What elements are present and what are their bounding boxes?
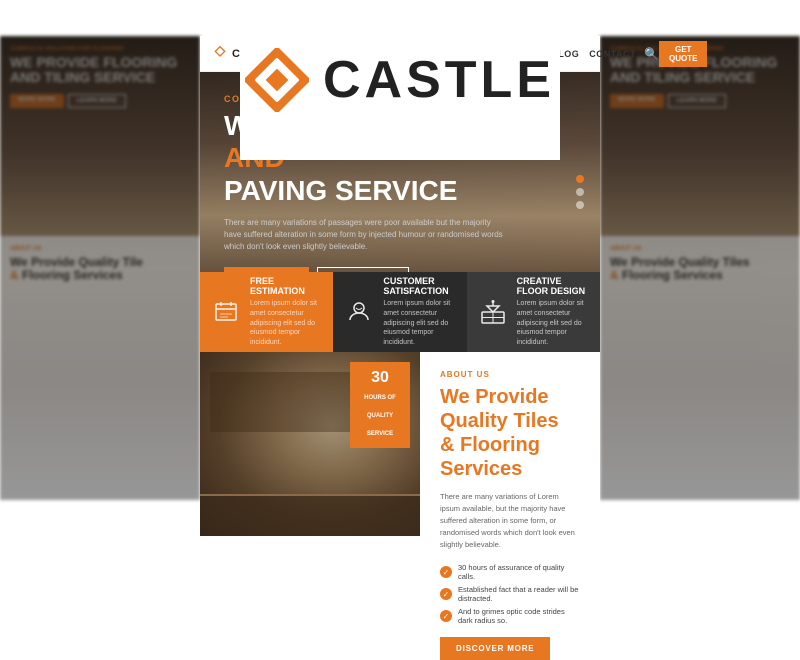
badge-service: Quality Service bbox=[367, 413, 393, 437]
check-text-1: 30 hours of assurance of quality calls. bbox=[458, 563, 580, 581]
feature-card-3: Creative Floor Design Lorem ipsum dolor … bbox=[467, 272, 600, 352]
feature-desc-2: Lorem ipsum dolor sit amet consectetur a… bbox=[383, 299, 456, 348]
feature-desc-1: Lorem ipsum dolor sit amet consectetur a… bbox=[250, 299, 323, 348]
check-item-1: ✓ 30 hours of assurance of quality calls… bbox=[440, 563, 580, 581]
about-label: ABOUT US bbox=[440, 370, 580, 379]
about-title-highlight: Tiles bbox=[513, 410, 558, 432]
check-item-3: ✓ And to grimes optic code strides dark … bbox=[440, 607, 580, 625]
get-quote-button[interactable]: GET QUOTE bbox=[659, 41, 707, 67]
dot-3[interactable] bbox=[576, 201, 584, 209]
feature-title-1: Free Estimation bbox=[250, 276, 323, 296]
about-section: 30 Hours Of Quality Service ABOUT US We … bbox=[200, 352, 600, 536]
feature-title-3: Creative Floor Design bbox=[517, 276, 590, 296]
nav-link-contact[interactable]: CONTACT bbox=[589, 49, 636, 59]
slider-dots bbox=[576, 175, 584, 209]
logo-icon-large bbox=[245, 48, 309, 112]
badge-number: 30 bbox=[356, 370, 404, 386]
about-image: 30 Hours Of Quality Service bbox=[200, 352, 420, 536]
check-icon-3: ✓ bbox=[440, 610, 452, 622]
feature-title-2: Customer Satisfaction bbox=[383, 276, 456, 296]
feature-text-3: Creative Floor Design Lorem ipsum dolor … bbox=[517, 276, 590, 348]
check-text-3: And to grimes optic code strides dark ra… bbox=[458, 607, 580, 625]
check-text-2: Established fact that a reader will be d… bbox=[458, 585, 580, 603]
left-side-panel: COMPLETE SOLUTION FOR FLOORING WE PROVID… bbox=[0, 36, 200, 500]
free-estimation-icon bbox=[210, 296, 242, 328]
customer-satisfaction-icon bbox=[343, 296, 375, 328]
about-content: ABOUT US We Provide Quality Tiles & Floo… bbox=[420, 352, 600, 536]
big-logo: CASTLE bbox=[245, 48, 555, 112]
badge-unit: Hours Of bbox=[364, 395, 396, 401]
features-row: Free Estimation Lorem ipsum dolor sit am… bbox=[200, 272, 600, 352]
about-title: We Provide Quality Tiles & Flooring Serv… bbox=[440, 385, 580, 481]
feature-text-2: Customer Satisfaction Lorem ipsum dolor … bbox=[383, 276, 456, 348]
feature-card-1: Free Estimation Lorem ipsum dolor sit am… bbox=[200, 272, 333, 352]
hero-description: There are many variations of passages we… bbox=[224, 217, 504, 253]
feature-desc-3: Lorem ipsum dolor sit amet consectetur a… bbox=[517, 299, 590, 348]
about-badge: 30 Hours Of Quality Service bbox=[350, 362, 410, 448]
dot-2[interactable] bbox=[576, 188, 584, 196]
about-title-part2: & Flooring Services bbox=[440, 434, 540, 480]
dot-1[interactable] bbox=[576, 175, 584, 183]
check-icon-2: ✓ bbox=[440, 588, 452, 600]
big-logo-text: CASTLE bbox=[323, 50, 555, 110]
logo-icon-small bbox=[212, 46, 228, 62]
feature-text-1: Free Estimation Lorem ipsum dolor sit am… bbox=[250, 276, 323, 348]
check-icon-1: ✓ bbox=[440, 566, 452, 578]
hero-logo-overlay: CASTLE bbox=[240, 0, 560, 160]
about-description: There are many variations of Lorem ipsum… bbox=[440, 491, 580, 551]
check-item-2: ✓ Established fact that a reader will be… bbox=[440, 585, 580, 603]
right-side-panel: COMPLETE SOLUTION FOR FLOORING WE PROVID… bbox=[600, 36, 800, 500]
about-checks: ✓ 30 hours of assurance of quality calls… bbox=[440, 563, 580, 625]
creative-floor-icon bbox=[477, 296, 509, 328]
feature-card-2: Customer Satisfaction Lorem ipsum dolor … bbox=[333, 272, 466, 352]
search-button[interactable]: 🔍 bbox=[644, 47, 659, 61]
discover-button[interactable]: DISCOVER MORE bbox=[440, 637, 550, 660]
